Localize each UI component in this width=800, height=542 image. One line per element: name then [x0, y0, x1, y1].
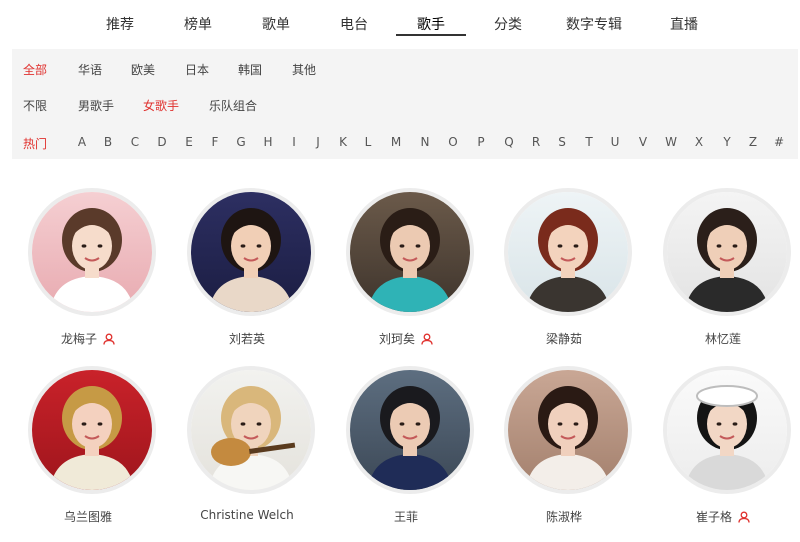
- letter-option-21[interactable]: U: [605, 135, 625, 149]
- artist-name-text[interactable]: Christine Welch: [200, 508, 293, 522]
- region-option-5[interactable]: 其他: [292, 61, 316, 78]
- tab-playlists[interactable]: 歌单: [262, 14, 290, 34]
- letter-option-7[interactable]: G: [231, 135, 251, 149]
- letter-option-0[interactable]: 热门: [21, 135, 49, 152]
- artist-avatar[interactable]: [28, 188, 156, 316]
- artist-avatar[interactable]: [663, 366, 791, 494]
- artist-card[interactable]: 崔子格: [658, 366, 798, 536]
- letter-filter-row: 热门 A B C D E F G H I J K L M N O P Q R S T U V W X Y Z #: [12, 135, 798, 155]
- tab-categories[interactable]: 分类: [494, 14, 522, 34]
- gender-option-1[interactable]: 男歌手: [78, 97, 114, 114]
- letter-option-16[interactable]: P: [471, 135, 491, 149]
- artist-name-text[interactable]: 林忆莲: [705, 332, 741, 346]
- letter-option-3[interactable]: C: [125, 135, 145, 149]
- region-option-2[interactable]: 欧美: [131, 61, 155, 78]
- artist-name-text[interactable]: 王菲: [394, 510, 418, 524]
- artist-avatar[interactable]: [28, 366, 156, 494]
- letter-option-12[interactable]: L: [358, 135, 378, 149]
- artist-name-text[interactable]: 乌兰图雅: [64, 510, 112, 524]
- letter-option-8[interactable]: H: [258, 135, 278, 149]
- artist-name[interactable]: 崔子格: [658, 508, 788, 526]
- artist-name-text[interactable]: 陈淑桦: [546, 510, 582, 524]
- tab-recommend[interactable]: 推荐: [106, 14, 134, 34]
- letter-option-15[interactable]: O: [443, 135, 463, 149]
- gender-option-2[interactable]: 女歌手: [143, 97, 179, 114]
- user-icon[interactable]: [738, 511, 750, 526]
- letter-option-5[interactable]: E: [179, 135, 199, 149]
- letter-option-11[interactable]: K: [333, 135, 353, 149]
- tab-charts[interactable]: 榜单: [184, 14, 212, 34]
- artist-card[interactable]: 龙梅子: [23, 188, 163, 358]
- artist-name-text[interactable]: 刘珂矣: [379, 332, 415, 346]
- letter-option-19[interactable]: S: [552, 135, 572, 149]
- artist-name[interactable]: 刘若英: [182, 330, 312, 347]
- artist-card[interactable]: 王菲: [341, 366, 481, 536]
- letter-option-17[interactable]: Q: [499, 135, 519, 149]
- letter-option-13[interactable]: M: [386, 135, 406, 149]
- region-option-3[interactable]: 日本: [185, 61, 209, 78]
- artist-card[interactable]: 梁静茹: [499, 188, 639, 358]
- artist-name[interactable]: 王菲: [341, 508, 471, 525]
- artist-avatar[interactable]: [346, 188, 474, 316]
- artist-card[interactable]: Christine Welch: [182, 366, 322, 536]
- tab-live[interactable]: 直播: [670, 14, 698, 34]
- letter-option-27[interactable]: #: [769, 135, 789, 149]
- artist-avatar[interactable]: [187, 188, 315, 316]
- user-icon[interactable]: [103, 333, 115, 348]
- letter-option-25[interactable]: Y: [717, 135, 737, 149]
- artist-card[interactable]: 刘若英: [182, 188, 322, 358]
- gender-filter-row: 不限 男歌手 女歌手 乐队组合: [12, 97, 798, 117]
- letter-option-14[interactable]: N: [415, 135, 435, 149]
- artist-card[interactable]: 乌兰图雅: [23, 366, 163, 536]
- region-option-1[interactable]: 华语: [78, 61, 102, 78]
- letter-option-18[interactable]: R: [526, 135, 546, 149]
- artist-name[interactable]: 林忆莲: [658, 330, 788, 347]
- filter-panel: 全部 华语 欧美 日本 韩国 其他 不限 男歌手 女歌手 乐队组合 热门 A B C D E F G H I J K L…: [12, 49, 798, 159]
- artist-avatar[interactable]: [346, 366, 474, 494]
- artist-card[interactable]: 陈淑桦: [499, 366, 639, 536]
- tab-digital-albums[interactable]: 数字专辑: [566, 14, 622, 34]
- letter-option-2[interactable]: B: [98, 135, 118, 149]
- letter-option-6[interactable]: F: [205, 135, 225, 149]
- artist-avatar[interactable]: [504, 366, 632, 494]
- artist-card[interactable]: 刘珂矣: [341, 188, 481, 358]
- region-option-4[interactable]: 韩国: [238, 61, 262, 78]
- letter-option-9[interactable]: I: [284, 135, 304, 149]
- letter-option-24[interactable]: X: [689, 135, 709, 149]
- letter-option-4[interactable]: D: [152, 135, 172, 149]
- artist-name-text[interactable]: 梁静茹: [546, 332, 582, 346]
- artist-name[interactable]: 陈淑桦: [499, 508, 629, 525]
- artist-name-text[interactable]: 刘若英: [229, 332, 265, 346]
- user-icon[interactable]: [421, 333, 433, 348]
- top-nav: 推荐 榜单 歌单 电台 歌手 分类 数字专辑 直播: [0, 0, 800, 44]
- region-option-0[interactable]: 全部: [23, 61, 47, 78]
- letter-option-10[interactable]: J: [308, 135, 328, 149]
- artist-card[interactable]: 林忆莲: [658, 188, 798, 358]
- artist-name-text[interactable]: 崔子格: [696, 510, 732, 524]
- artist-name[interactable]: 梁静茹: [499, 330, 629, 347]
- letter-option-23[interactable]: W: [661, 135, 681, 149]
- artist-name[interactable]: Christine Welch: [182, 508, 312, 522]
- artist-avatar[interactable]: [663, 188, 791, 316]
- gender-option-3[interactable]: 乐队组合: [209, 97, 257, 114]
- artist-name[interactable]: 刘珂矣: [341, 330, 471, 348]
- active-tab-indicator: [396, 34, 466, 36]
- artist-avatar[interactable]: [504, 188, 632, 316]
- letter-option-22[interactable]: V: [633, 135, 653, 149]
- letter-option-20[interactable]: T: [579, 135, 599, 149]
- artist-name[interactable]: 乌兰图雅: [23, 508, 153, 525]
- tab-radio[interactable]: 电台: [340, 14, 368, 34]
- region-filter-row: 全部 华语 欧美 日本 韩国 其他: [12, 61, 798, 81]
- artist-avatar[interactable]: [187, 366, 315, 494]
- letter-option-1[interactable]: A: [72, 135, 92, 149]
- letter-option-26[interactable]: Z: [743, 135, 763, 149]
- artist-name[interactable]: 龙梅子: [23, 330, 153, 348]
- tab-artists[interactable]: 歌手: [417, 14, 445, 34]
- artist-name-text[interactable]: 龙梅子: [61, 332, 97, 346]
- gender-option-0[interactable]: 不限: [23, 97, 47, 114]
